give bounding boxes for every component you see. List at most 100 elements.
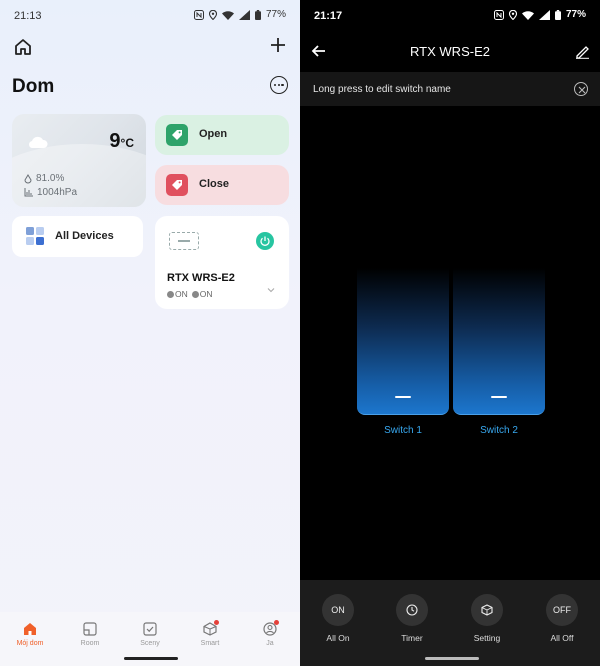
temperature-value: 9 bbox=[109, 130, 121, 152]
nav-item-smart[interactable]: Smart bbox=[180, 620, 240, 647]
nav-item-ja[interactable]: Ja bbox=[240, 620, 300, 647]
signal-icon bbox=[238, 9, 250, 20]
status-time: 21:13 bbox=[14, 10, 42, 22]
room-icon bbox=[83, 622, 97, 636]
add-button[interactable] bbox=[268, 37, 288, 57]
status-icons: 77% bbox=[193, 9, 286, 20]
nav-label: Mój dom bbox=[16, 640, 44, 647]
notification-badge bbox=[214, 620, 219, 625]
location-icon bbox=[508, 9, 517, 20]
scene-open-button[interactable]: Open bbox=[155, 115, 289, 155]
scene-close-button[interactable]: Close bbox=[155, 165, 289, 205]
home-button[interactable] bbox=[14, 38, 34, 58]
notification-badge bbox=[274, 620, 279, 625]
device-name: RTX WRS-E2 bbox=[167, 272, 235, 284]
device-states: ON ON bbox=[167, 289, 213, 299]
status-dot-icon bbox=[167, 290, 174, 298]
cloud-icon bbox=[28, 136, 48, 149]
device-thumbnail bbox=[169, 232, 199, 250]
switch-1-toggle[interactable] bbox=[357, 268, 449, 415]
clock-icon bbox=[406, 604, 418, 616]
close-icon bbox=[578, 86, 585, 93]
control-bar: ON All On Timer Setting OFF All Off bbox=[300, 580, 600, 666]
power-button[interactable] bbox=[256, 232, 274, 250]
battery-icon bbox=[254, 9, 261, 20]
status-time: 21:17 bbox=[314, 10, 343, 22]
timer-circle bbox=[396, 594, 428, 626]
battery-percent: 77% bbox=[565, 9, 586, 20]
nav-label: Ja bbox=[266, 640, 274, 647]
device-card[interactable]: RTX WRS-E2 ON ON bbox=[155, 216, 289, 309]
wifi-icon bbox=[221, 10, 234, 20]
control-label: Timer bbox=[401, 633, 423, 643]
pressure: 1004hPa bbox=[24, 187, 77, 198]
dot-icon bbox=[277, 83, 281, 87]
switch-2-toggle[interactable] bbox=[453, 268, 545, 415]
status-bar: 21:13 77% bbox=[0, 0, 300, 32]
battery-percent: 77% bbox=[265, 9, 286, 20]
battery-icon bbox=[554, 9, 561, 20]
dot-icon bbox=[273, 83, 277, 87]
pencil-icon bbox=[576, 46, 589, 59]
grid-icon bbox=[26, 227, 44, 245]
nav-label: Sceny bbox=[140, 640, 160, 647]
gesture-bar[interactable] bbox=[124, 657, 178, 660]
gesture-bar[interactable] bbox=[425, 657, 479, 660]
more-options-button[interactable] bbox=[270, 76, 288, 94]
scene-label: Close bbox=[199, 178, 229, 190]
power-icon bbox=[260, 236, 270, 246]
drop-icon bbox=[24, 173, 32, 183]
weather-card[interactable]: 9°C 81.0% 1004hPa bbox=[12, 114, 146, 207]
nav-item-room[interactable]: Room bbox=[60, 622, 120, 647]
all-on-button[interactable]: ON All On bbox=[308, 594, 368, 643]
humidity-value: 81.0% bbox=[36, 173, 65, 184]
scenes-icon bbox=[143, 622, 157, 636]
humidity: 81.0% bbox=[24, 173, 64, 184]
timer-button[interactable]: Timer bbox=[382, 594, 442, 643]
off-icon: OFF bbox=[546, 594, 578, 626]
control-label: Setting bbox=[473, 633, 501, 643]
setting-button[interactable]: Setting bbox=[457, 594, 517, 643]
state-text: ON bbox=[175, 289, 188, 299]
switch-state-2: ON bbox=[191, 289, 213, 299]
setting-circle bbox=[471, 594, 503, 626]
chevron-down-icon[interactable] bbox=[267, 286, 275, 294]
location-icon bbox=[208, 9, 217, 20]
device-screen: 21:17 77% RTX WRS-E2 Long press to edit … bbox=[300, 0, 600, 666]
scene-label: Open bbox=[199, 128, 228, 140]
all-devices-label: All Devices bbox=[55, 230, 114, 242]
nav-item-moj-dom[interactable]: Mój dom bbox=[0, 622, 60, 647]
tag-icon bbox=[166, 174, 188, 196]
nav-label: Smart bbox=[200, 640, 220, 647]
wifi-icon bbox=[521, 10, 534, 20]
control-label: All On bbox=[326, 633, 350, 643]
nav-item-sceny[interactable]: Sceny bbox=[120, 622, 180, 647]
temperature: 9°C bbox=[109, 130, 134, 153]
temperature-unit: °C bbox=[120, 136, 134, 150]
on-icon: ON bbox=[322, 594, 354, 626]
home-icon bbox=[24, 623, 36, 635]
state-text: ON bbox=[199, 289, 213, 299]
nfc-icon bbox=[493, 9, 504, 20]
nfc-icon bbox=[193, 9, 204, 20]
edit-button[interactable] bbox=[575, 44, 590, 59]
switch-1-label[interactable]: Switch 1 bbox=[357, 425, 449, 436]
all-devices-button[interactable]: All Devices bbox=[12, 216, 143, 257]
cube-icon bbox=[481, 604, 493, 616]
all-off-button[interactable]: OFF All Off bbox=[532, 594, 592, 643]
page-title: RTX WRS-E2 bbox=[410, 44, 490, 59]
control-label: All Off bbox=[550, 633, 574, 643]
tag-icon bbox=[166, 124, 188, 146]
pressure-value: 1004hPa bbox=[37, 187, 78, 198]
status-bar: 21:17 77% bbox=[300, 0, 600, 32]
switch-handle bbox=[491, 396, 507, 398]
switch-handle bbox=[395, 396, 411, 398]
home-screen: 21:13 77% Dom 9°C 81.0% 1004hPa Open Clo… bbox=[0, 0, 300, 666]
hint-banner: Long press to edit switch name bbox=[300, 72, 600, 106]
status-dot-icon bbox=[191, 290, 199, 298]
switch-2-label[interactable]: Switch 2 bbox=[453, 425, 545, 436]
dot-icon bbox=[281, 83, 284, 87]
close-hint-button[interactable] bbox=[574, 82, 588, 96]
signal-icon bbox=[538, 9, 550, 20]
plus-icon bbox=[271, 38, 285, 52]
